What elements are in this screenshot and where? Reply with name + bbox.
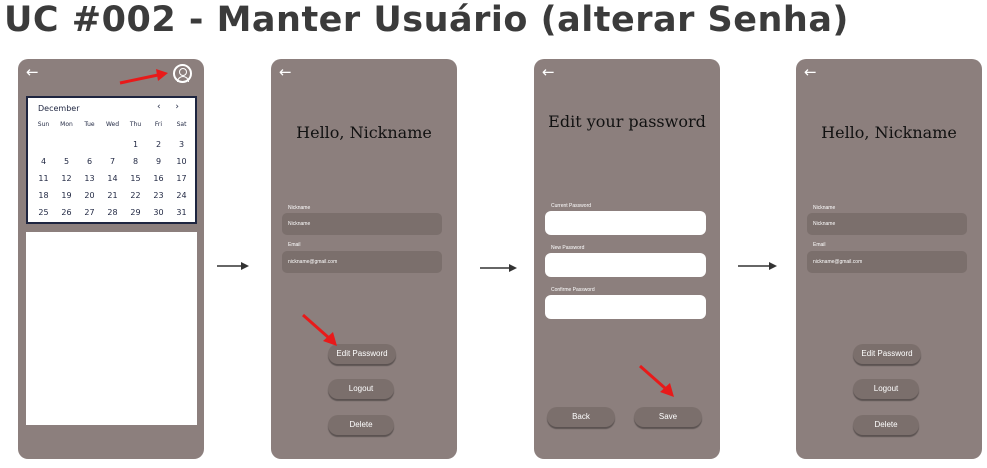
edit-password-heading: Edit your password [548,112,706,131]
greeting-heading: Hello, Nickname [821,123,957,142]
user-profile-icon[interactable] [173,64,192,83]
new-password-input[interactable] [545,253,706,277]
calendar-day[interactable]: 29 [124,204,147,221]
screen-calendar: ← December ‹ › Sun Mon Tue Wed Thu Fri Sat 1 2 3 4… [18,59,204,459]
calendar-day[interactable]: 25 [32,204,55,221]
nickname-field: Nickname [807,213,967,235]
calendar-day[interactable]: 30 [147,204,170,221]
calendar-day[interactable]: 11 [32,170,55,187]
back-arrow-icon[interactable]: ← [542,63,555,81]
delete-button[interactable]: Delete [328,415,394,435]
calendar-day[interactable]: 19 [55,187,78,204]
screen-edit-password: ← Edit your password Current Password Ne… [534,59,720,459]
back-arrow-icon[interactable]: ← [804,63,817,81]
calendar-day[interactable]: 20 [78,187,101,204]
current-password-input[interactable] [545,211,706,235]
calendar-day[interactable]: 28 [101,204,124,221]
flow-arrow-icon [738,262,777,270]
calendar-day [101,136,124,153]
highlight-arrow-icon [639,364,674,397]
calendar-weekday: Wed [105,121,120,128]
email-field: nickname@gmail.com [282,251,442,273]
calendar-day[interactable]: 10 [170,153,193,170]
email-field: nickname@gmail.com [807,251,967,273]
calendar-nav-icons[interactable]: ‹ › [157,102,185,112]
calendar-day[interactable]: 31 [170,204,193,221]
calendar-day[interactable]: 21 [101,187,124,204]
calendar-day[interactable]: 6 [78,153,101,170]
calendar-grid: Sun Mon Tue Wed Thu Fri Sat 1 2 3 4 5 6 7 8 9 10 11 12 13 14… [32,120,193,221]
email-label: Email [288,242,301,248]
calendar-day[interactable]: 15 [124,170,147,187]
calendar-day[interactable]: 3 [170,136,193,153]
calendar-day[interactable]: 26 [55,204,78,221]
calendar-day[interactable]: 23 [147,187,170,204]
delete-button[interactable]: Delete [853,415,919,435]
calendar-day[interactable]: 13 [78,170,101,187]
calendar-day[interactable]: 7 [101,153,124,170]
confirm-password-input[interactable] [545,295,706,319]
calendar-weekday: Sun [37,121,50,128]
calendar-day[interactable]: 9 [147,153,170,170]
new-password-label: New Password [551,245,585,251]
calendar-day [32,136,55,153]
calendar-weekday: Tue [84,121,95,128]
calendar-day[interactable]: 4 [32,153,55,170]
calendar-day[interactable]: 24 [170,187,193,204]
calendar-weekday: Thu [129,121,142,128]
nickname-field: Nickname [282,213,442,235]
logout-button[interactable]: Logout [328,379,394,399]
current-password-label: Current Password [551,203,592,209]
flow-arrow-icon [480,264,517,272]
calendar-weekday: Sat [176,121,187,128]
highlight-arrow-icon [119,69,168,85]
page-title: UC #002 - Manter Usuário (alterar Senha) [4,0,849,40]
highlight-arrow-icon [302,313,337,346]
confirm-password-label: Confirme Password [551,287,595,293]
calendar-day [78,136,101,153]
calendar-day [55,136,78,153]
calendar-day[interactable]: 14 [101,170,124,187]
calendar-weekday: Fri [154,121,163,128]
calendar-widget: December ‹ › Sun Mon Tue Wed Thu Fri Sat 1 2 3 4 5 6… [26,96,197,224]
calendar-day[interactable]: 1 [124,136,147,153]
calendar-month: December [38,104,80,113]
email-label: Email [813,242,826,248]
back-arrow-icon[interactable]: ← [26,63,39,81]
back-arrow-icon[interactable]: ← [279,63,292,81]
greeting-heading: Hello, Nickname [296,123,432,142]
back-button[interactable]: Back [547,407,615,427]
screen-profile: ← Hello, Nickname Nickname Nickname Emai… [271,59,457,459]
save-button[interactable]: Save [634,407,702,427]
nickname-label: Nickname [813,205,836,211]
flow-arrow-icon [217,262,249,270]
calendar-day[interactable]: 18 [32,187,55,204]
calendar-day[interactable]: 17 [170,170,193,187]
screen-profile-updated: ← Hello, Nickname Nickname Nickname Emai… [796,59,982,459]
calendar-day[interactable]: 8 [124,153,147,170]
edit-password-button[interactable]: Edit Password [853,344,921,364]
calendar-day[interactable]: 5 [55,153,78,170]
nickname-label: Nickname [288,205,311,211]
logout-button[interactable]: Logout [853,379,919,399]
calendar-day[interactable]: 16 [147,170,170,187]
calendar-weekday: Mon [60,121,73,128]
calendar-day[interactable]: 27 [78,204,101,221]
content-panel [26,232,197,425]
calendar-day[interactable]: 2 [147,136,170,153]
calendar-day[interactable]: 22 [124,187,147,204]
calendar-day[interactable]: 12 [55,170,78,187]
